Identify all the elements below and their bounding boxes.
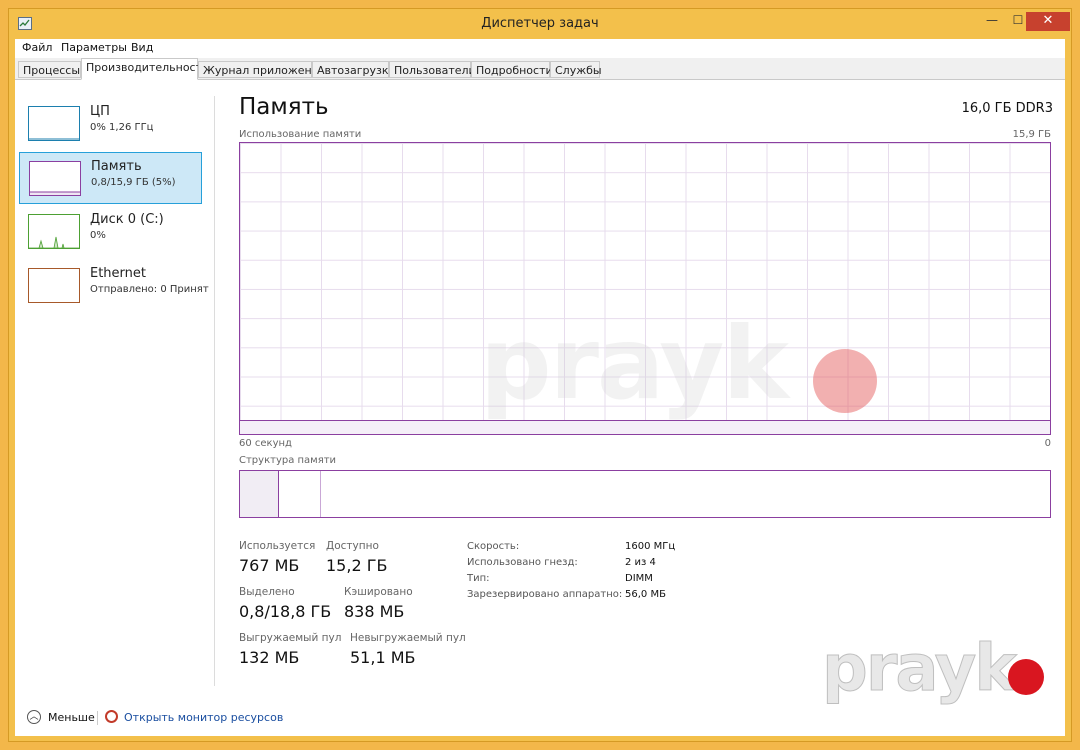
memory-panel: Память 16,0 ГБ DDR3 Использование памяти… — [229, 80, 1053, 696]
memory-composition-label: Структура памяти — [239, 455, 337, 466]
stat-value: 15,2 ГБ — [326, 556, 388, 575]
tab-startup[interactable]: Автозагрузка — [312, 61, 395, 78]
resource-name: Память — [91, 159, 142, 174]
panel-divider[interactable] — [214, 96, 215, 686]
resource-item-memory[interactable]: Память 0,8/15,9 ГБ (5%) — [19, 152, 202, 204]
disk-thumbnail-graph — [28, 214, 80, 249]
title-bar[interactable]: Диспетчер задач — ☐ ✕ — [9, 9, 1071, 39]
stat-in-use: Используется 767 МБ — [239, 540, 315, 575]
stat-label: Выделено — [239, 586, 295, 598]
stat-committed: Выделено 0,8/18,8 ГБ — [239, 586, 331, 621]
graph-time-end: 0 — [1044, 438, 1051, 449]
resource-name: ЦП — [90, 104, 110, 119]
resource-status: 0% 1,26 ГГц — [90, 122, 154, 133]
fewer-details-button[interactable]: Меньше — [48, 711, 95, 724]
tab-services[interactable]: Службы — [550, 61, 602, 78]
close-button[interactable]: ✕ — [1026, 12, 1070, 31]
watermark-dot-large — [813, 349, 877, 413]
resource-item-ethernet[interactable]: Ethernet Отправлено: 0 Принят — [19, 260, 209, 312]
menu-file[interactable]: Файл — [22, 41, 52, 54]
menu-bar: Файл Параметры Вид — [15, 39, 1065, 58]
resource-status: Отправлено: 0 Принят — [90, 284, 209, 295]
stat-paged-pool: Выгружаемый пул 132 МБ — [239, 632, 341, 667]
minimize-icon: — — [986, 13, 998, 27]
spec-form-label: Тип: — [467, 573, 490, 584]
stat-value: 838 МБ — [344, 602, 405, 621]
stat-value: 51,1 МБ — [350, 648, 416, 667]
tab-users[interactable]: Пользователи — [389, 61, 476, 78]
panel-title: Память — [239, 94, 329, 120]
resource-monitor-icon[interactable] — [105, 710, 118, 723]
resource-item-disk[interactable]: Диск 0 (C:) 0% — [19, 206, 202, 258]
spec-speed-value: 1600 МГц — [625, 541, 676, 552]
window-title: Диспетчер задач — [481, 16, 599, 31]
footer-separator — [97, 711, 98, 725]
memory-composition-bar[interactable] — [239, 470, 1051, 518]
composition-in-use[interactable] — [240, 471, 279, 517]
stat-label: Кэшировано — [344, 586, 413, 598]
tab-strip: Процессы Производительность Журнал прило… — [15, 58, 1065, 80]
footer-bar: ︿ Меньше Открыть монитор ресурсов — [15, 709, 1065, 729]
tab-performance[interactable]: Производительность — [81, 58, 209, 80]
spec-slots-value: 2 из 4 — [625, 557, 656, 568]
tab-details[interactable]: Подробности — [471, 61, 553, 78]
resource-status: 0% — [90, 230, 106, 241]
usage-graph-max: 15,9 ГБ — [1012, 129, 1051, 140]
spec-slots-label: Использовано гнезд: — [467, 557, 578, 568]
menu-options[interactable]: Параметры — [61, 41, 127, 54]
performance-content: ЦП 0% 1,26 ГГц Память 0,8/15,9 ГБ (5%) Д… — [15, 80, 1065, 696]
usage-graph-label: Использование памяти — [239, 129, 362, 140]
stat-label: Используется — [239, 540, 316, 552]
stat-label: Выгружаемый пул — [239, 632, 342, 644]
tab-app-history[interactable]: Журнал приложений — [198, 61, 326, 78]
spec-reserved-value: 56,0 МБ — [625, 589, 666, 600]
stat-available: Доступно 15,2 ГБ — [326, 540, 387, 575]
resource-name: Диск 0 (C:) — [90, 212, 164, 227]
resource-name: Ethernet — [90, 266, 146, 281]
task-manager-window: Диспетчер задач — ☐ ✕ Файл Параметры Вид… — [8, 8, 1072, 742]
stat-label: Невыгружаемый пул — [350, 632, 466, 644]
memory-thumbnail-graph — [29, 161, 81, 196]
menu-view[interactable]: Вид — [131, 41, 153, 54]
memory-usage-graph — [239, 142, 1051, 435]
resource-item-cpu[interactable]: ЦП 0% 1,26 ГГц — [19, 98, 202, 150]
open-resource-monitor-link[interactable]: Открыть монитор ресурсов — [124, 711, 283, 724]
composition-standby[interactable] — [281, 471, 321, 517]
cpu-thumbnail-graph — [28, 106, 80, 141]
resource-list: ЦП 0% 1,26 ГГц Память 0,8/15,9 ГБ (5%) Д… — [15, 80, 214, 696]
stat-cached: Кэшировано 838 МБ — [344, 586, 413, 621]
client-area: Файл Параметры Вид Процессы Производител… — [15, 39, 1065, 736]
spec-reserved-label: Зарезервировано аппаратно: — [467, 589, 623, 600]
chevron-up-icon[interactable]: ︿ — [27, 710, 41, 724]
minimize-button[interactable]: — — [978, 12, 1006, 32]
memory-spec: 16,0 ГБ DDR3 — [961, 101, 1053, 116]
stat-value: 132 МБ — [239, 648, 300, 667]
tab-processes[interactable]: Процессы — [18, 61, 81, 78]
resource-status: 0,8/15,9 ГБ (5%) — [91, 177, 176, 188]
memory-usage-area — [240, 420, 1050, 434]
stat-value: 767 МБ — [239, 556, 300, 575]
graph-time-span: 60 секунд — [239, 438, 292, 449]
spec-form-value: DIMM — [625, 573, 653, 584]
spec-speed-label: Скорость: — [467, 541, 520, 552]
stat-value: 0,8/18,8 ГБ — [239, 602, 332, 621]
ethernet-thumbnail-graph — [28, 268, 80, 303]
stat-nonpaged-pool: Невыгружаемый пул 51,1 МБ — [350, 632, 466, 667]
close-icon: ✕ — [1042, 13, 1054, 28]
watermark-dot — [1008, 659, 1044, 695]
stat-label: Доступно — [326, 540, 379, 552]
